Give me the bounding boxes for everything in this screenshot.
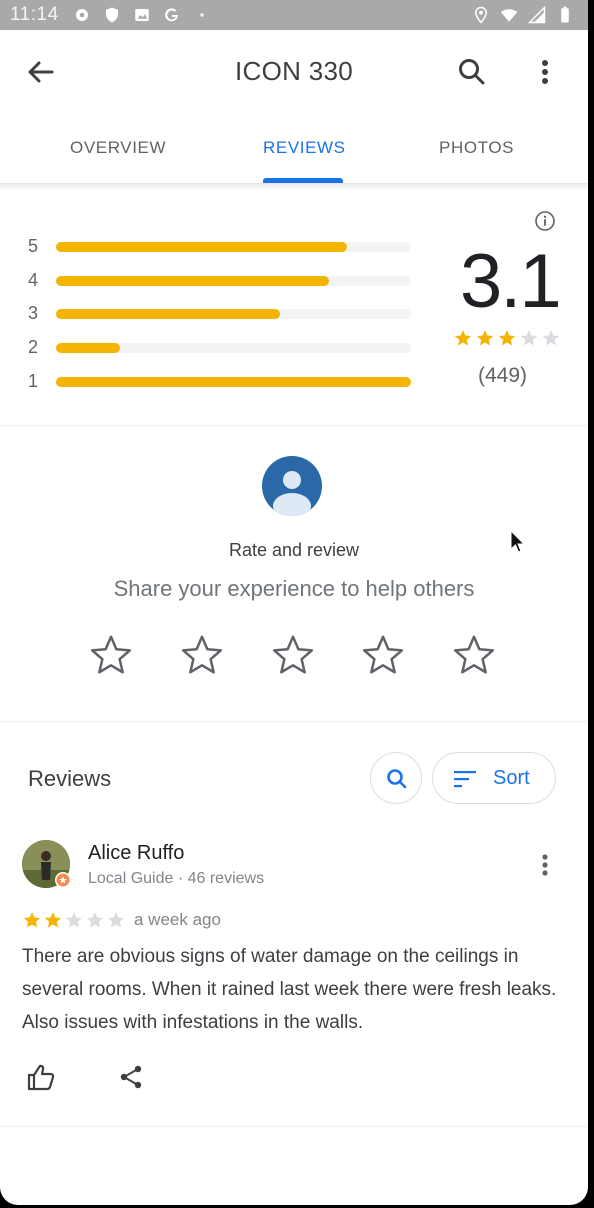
rating-bar-track xyxy=(56,242,411,252)
tab-reviews[interactable]: REVIEWS xyxy=(263,138,346,158)
search-icon[interactable] xyxy=(454,54,490,90)
rating-bar-fill xyxy=(56,343,120,353)
rating-bar-label: 4 xyxy=(28,270,39,290)
person-icon xyxy=(273,471,311,516)
app-bar: ICON 330 xyxy=(0,30,588,112)
rating-bar-fill xyxy=(56,242,347,252)
rate-star-outline-icon[interactable] xyxy=(270,632,316,678)
rating-bar-track xyxy=(56,276,411,286)
star-filled-icon xyxy=(476,330,494,346)
review-text: There are obvious signs of water damage … xyxy=(22,946,557,1033)
sort-button[interactable]: Sort xyxy=(432,752,556,804)
rating-bar-5: 5 xyxy=(28,236,418,256)
sort-icon xyxy=(454,771,476,788)
star-empty-icon xyxy=(107,912,125,928)
rate-star-outline-icon[interactable] xyxy=(88,632,134,678)
rating-bar-label: 3 xyxy=(28,303,39,323)
review-more-icon[interactable] xyxy=(534,850,556,880)
rating-bar-2: 2 xyxy=(28,337,418,357)
reviewer-name[interactable]: Alice Ruffo xyxy=(88,842,184,865)
status-bar: 11:14 xyxy=(0,0,588,30)
star-empty-icon xyxy=(86,912,104,928)
active-tab-indicator xyxy=(263,178,343,183)
shield-icon xyxy=(105,7,118,23)
info-icon[interactable] xyxy=(534,210,556,232)
mouse-cursor-icon xyxy=(510,530,526,553)
rating-bar-label: 2 xyxy=(28,337,39,357)
rating-bar-label: 1 xyxy=(28,371,39,391)
more-vert-icon[interactable] xyxy=(530,54,560,90)
screen: 11:14 ICON 330 OVERVIEW REVIEWS PHOTOS 5… xyxy=(0,0,588,1205)
reviews-title: Reviews xyxy=(28,766,112,791)
rate-star-outline-icon[interactable] xyxy=(360,632,406,678)
review-stars xyxy=(22,910,126,930)
rate-subtitle: Share your experience to help others xyxy=(113,576,475,601)
photo-icon xyxy=(134,9,149,21)
review-card: Alice Ruffo Local Guide · 46 reviews a w… xyxy=(0,822,588,1127)
signal-icon xyxy=(528,6,546,24)
local-guide-badge-icon xyxy=(55,872,71,888)
rate-and-review-section: Rate and review Share your experience to… xyxy=(0,426,588,722)
tab-photos[interactable]: PHOTOS xyxy=(439,138,514,158)
settings-icon xyxy=(75,9,88,21)
rating-bar-track xyxy=(56,309,411,319)
review-time: a week ago xyxy=(134,910,221,929)
rating-bar-fill xyxy=(56,309,280,319)
rating-bar-1: 1 xyxy=(28,371,418,391)
average-rating: 3.1 xyxy=(460,239,562,324)
reviewer-meta: Local Guide · 46 reviews xyxy=(88,870,265,887)
reviews-header: Reviews Sort xyxy=(0,722,588,822)
rating-bar-fill xyxy=(56,377,411,387)
star-filled-icon xyxy=(498,330,516,346)
rate-star-outline-icon[interactable] xyxy=(451,632,497,678)
rate-star-picker xyxy=(0,632,588,682)
sort-label: Sort xyxy=(493,767,530,789)
rating-bar-fill xyxy=(56,276,329,286)
device-frame: 11:14 ICON 330 OVERVIEW REVIEWS PHOTOS 5… xyxy=(0,0,594,1208)
tab-overview[interactable]: OVERVIEW xyxy=(70,138,166,158)
battery-icon xyxy=(561,6,569,23)
share-icon[interactable] xyxy=(118,1064,144,1090)
search-reviews-button[interactable] xyxy=(370,752,422,804)
star-empty-icon xyxy=(65,912,83,928)
status-time: 11:14 xyxy=(10,4,59,25)
star-filled-icon xyxy=(23,912,41,928)
wifi-icon xyxy=(500,9,518,22)
rating-bar-3: 3 xyxy=(28,303,418,323)
thumbs-up-icon[interactable] xyxy=(26,1062,56,1092)
rating-count: (449) xyxy=(478,364,528,387)
rating-bar-4: 4 xyxy=(28,270,418,290)
tab-bar: OVERVIEW REVIEWS PHOTOS xyxy=(0,112,588,184)
user-avatar xyxy=(262,456,322,516)
star-empty-icon xyxy=(542,330,560,346)
dot-icon xyxy=(199,13,204,17)
google-icon xyxy=(164,8,178,22)
rate-star-outline-icon[interactable] xyxy=(179,632,225,678)
search-icon xyxy=(387,769,407,789)
star-empty-icon xyxy=(520,330,538,346)
page-title: ICON 330 xyxy=(234,56,353,86)
rating-bar-track xyxy=(56,377,411,387)
rating-bar-track xyxy=(56,343,411,353)
average-stars xyxy=(453,328,561,348)
rating-summary: 5 4 3 2 1 3.1 (449) xyxy=(0,190,588,426)
rating-bar-label: 5 xyxy=(28,236,39,256)
location-icon xyxy=(474,6,488,24)
star-filled-icon xyxy=(454,330,472,346)
rate-title: Rate and review xyxy=(228,540,360,560)
star-filled-icon xyxy=(44,912,62,928)
